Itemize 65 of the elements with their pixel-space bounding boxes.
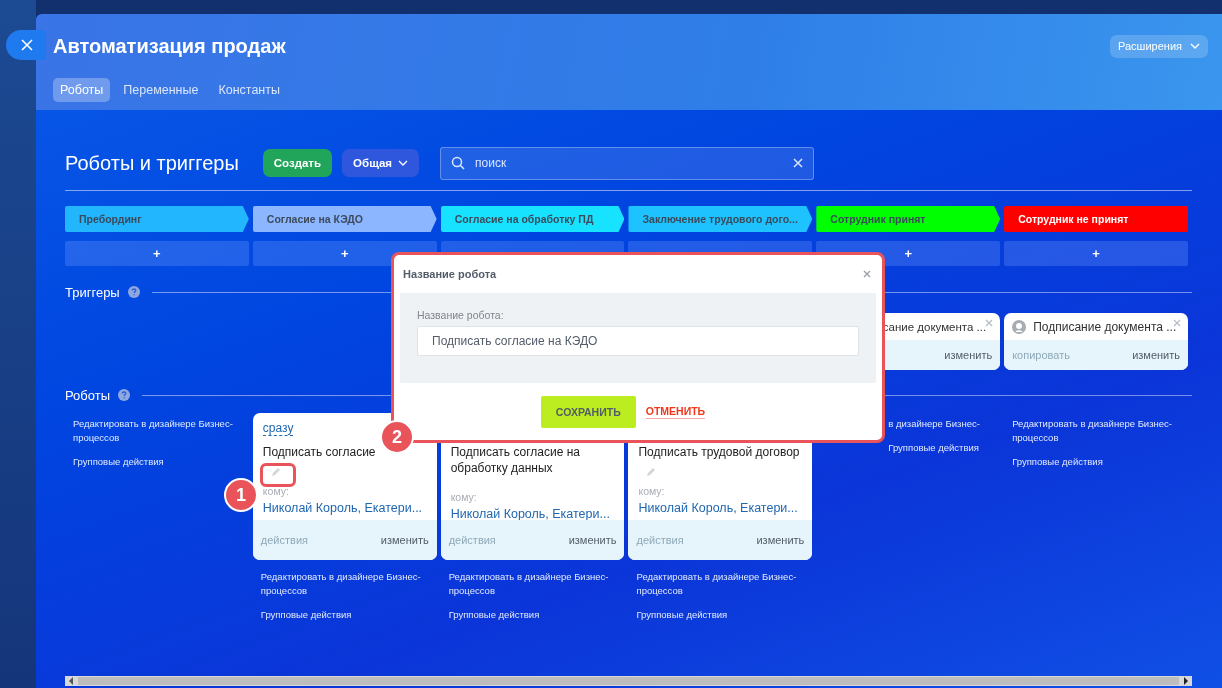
field-label: Название робота: <box>417 309 505 321</box>
column-link[interactable]: Групповые действия <box>260 608 421 622</box>
trigger-card[interactable]: Подписание документа ... копировать изменить <box>1004 313 1188 370</box>
delay-link[interactable]: сразу <box>262 421 294 436</box>
robot-name: Подписать трудовой договор <box>638 444 800 460</box>
column-link[interactable]: Редактировать в дизайнере Бизнес-процессов <box>260 570 421 598</box>
column-link[interactable]: Редактировать в дизайнере Бизнес-процессов <box>1012 417 1173 445</box>
recipients-label: кому: <box>450 491 477 503</box>
create-button[interactable]: Создать <box>262 149 333 177</box>
card-action-link[interactable]: изменить <box>756 534 805 546</box>
recipients-link[interactable]: Николай Король, Екатери... <box>638 501 798 515</box>
window-title: Автоматизация продаж <box>53 34 286 58</box>
column-link[interactable]: Редактировать в дизайнере Бизнес-процессов <box>636 570 797 598</box>
stage-header[interactable]: Сотрудник принят <box>816 206 1001 232</box>
recipients-link[interactable]: Николай Король, Екатери... <box>262 501 423 515</box>
card-action-link[interactable]: изменить <box>944 349 993 361</box>
scroll-left-icon[interactable] <box>68 677 74 685</box>
add-button[interactable]: + <box>1004 241 1188 266</box>
trigger-name: Подписание документа ... <box>1033 319 1177 334</box>
clear-icon[interactable] <box>793 157 804 168</box>
robot-name: Подписать согласие <box>262 444 376 460</box>
chevron-down-icon <box>1190 43 1200 49</box>
robots-title: Роботы <box>65 387 111 403</box>
chevron-down-icon <box>398 160 409 166</box>
column-link[interactable]: Групповые действия <box>636 608 797 622</box>
scroll-right-icon[interactable] <box>1183 677 1189 685</box>
search-icon <box>451 155 466 170</box>
help-icon[interactable] <box>127 286 140 298</box>
card-action-link[interactable]: изменить <box>380 534 429 546</box>
save-button[interactable]: СОХРАНИТЬ <box>540 396 636 428</box>
recipients-link[interactable]: Николай Король, Екатери... <box>450 507 610 521</box>
dialog-title: Название робота <box>403 268 497 280</box>
column-link[interactable]: Редактировать в дизайнере Бизнес-процессов <box>73 417 233 445</box>
tab[interactable]: Переменные <box>116 78 206 102</box>
horizontal-scrollbar[interactable] <box>65 676 1192 686</box>
category-dropdown[interactable]: Общая <box>342 149 420 177</box>
column-link[interactable]: Редактировать в дизайнере Бизнес-процессов <box>448 570 609 598</box>
robot-name: Подписать согласие на обработку данных <box>450 444 581 476</box>
name-input[interactable]: Подписать согласие на КЭДО <box>417 326 859 356</box>
section-title: Роботы и триггеры <box>65 151 239 175</box>
column-link[interactable]: Групповые действия <box>73 455 233 469</box>
stage-header[interactable]: Сотрудник не принят <box>1004 206 1188 232</box>
highlight-frame <box>260 463 296 487</box>
stage-header[interactable]: Согласие на обработку ПД <box>440 206 625 232</box>
tab[interactable]: Константы <box>211 78 287 102</box>
close-icon[interactable] <box>863 270 871 278</box>
card-action-link[interactable]: изменить <box>568 534 617 546</box>
close-icon <box>21 39 33 51</box>
card-action-link[interactable]: изменить <box>1132 349 1180 361</box>
column-link[interactable]: в дизайнере Бизнес- <box>888 417 980 431</box>
recipients-label: кому: <box>262 485 289 497</box>
stage-header[interactable]: Пребординг <box>65 206 249 232</box>
column-link[interactable]: Групповые действия <box>888 441 979 455</box>
cancel-link[interactable]: ОТМЕНИТЬ <box>645 405 706 419</box>
help-icon[interactable] <box>118 389 131 401</box>
stage-header[interactable]: Согласие на КЭДО <box>252 206 437 232</box>
close-icon[interactable] <box>1173 319 1181 327</box>
column-link[interactable]: Групповые действия <box>1012 455 1173 469</box>
add-button[interactable]: + <box>65 241 249 266</box>
stage-header[interactable]: Заключение трудового дого... <box>628 206 813 232</box>
close-button[interactable] <box>6 30 46 60</box>
close-icon[interactable] <box>985 319 994 327</box>
recipients-label: кому: <box>638 485 665 497</box>
triggers-title: Триггеры <box>65 284 120 300</box>
column-link[interactable]: Групповые действия <box>448 608 609 622</box>
